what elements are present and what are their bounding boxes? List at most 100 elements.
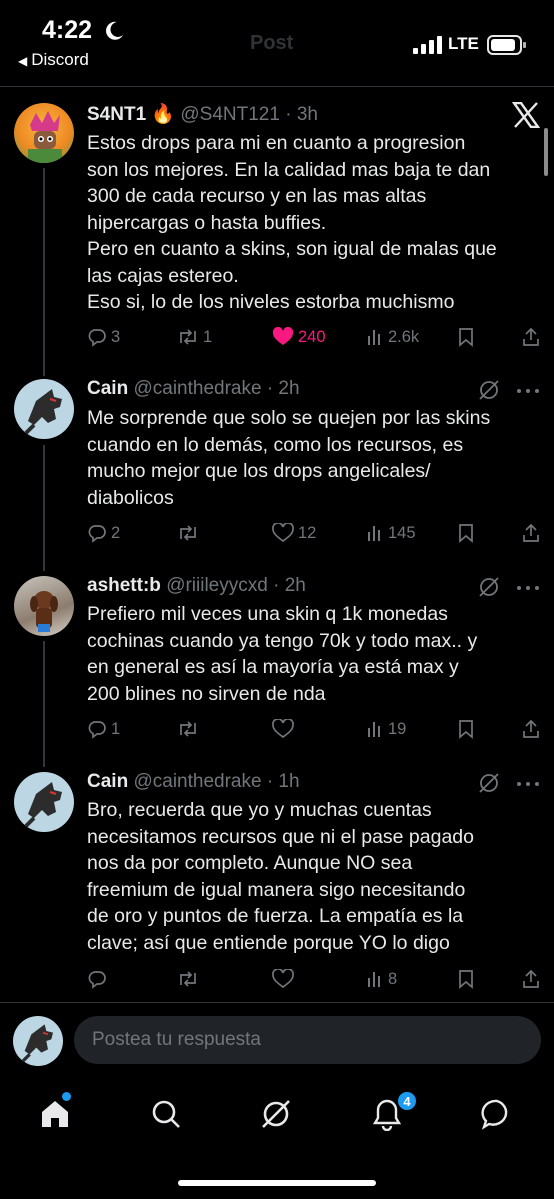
avatar[interactable] [14,576,74,636]
home-indicator[interactable] [178,1180,376,1186]
author-handle[interactable]: @S4NT121 · 3h [180,104,318,125]
heart-filled-icon [272,327,294,345]
tweet-actions: 2 12 145 [87,520,547,546]
signal-icon [413,36,442,54]
tweet-header: ashett:b @riiileyycxd · 2h [87,575,306,597]
search-icon [152,1100,180,1128]
reply-count: 1 [111,719,121,738]
home-icon [42,1101,68,1127]
author-handle[interactable]: @cainthedrake · 1h [133,771,299,792]
avatar-dragon-icon [24,782,62,828]
avatar[interactable] [14,103,74,163]
like-button[interactable]: 240 [272,324,326,350]
avatar-dragon-icon [24,389,62,435]
views-button[interactable]: 145 [366,520,416,546]
grok-icon [262,1100,290,1128]
share-button[interactable] [522,716,540,742]
fire-emoji: 🔥 [151,104,176,125]
view-count: 2.6k [388,327,420,346]
reply-button[interactable] [87,966,111,992]
heart-icon [272,523,294,543]
tab-grok[interactable] [256,1094,296,1134]
reply-icon [88,971,106,989]
reply-button[interactable]: 3 [87,324,120,350]
author-name[interactable]: Cain [87,771,128,792]
like-count: 12 [298,523,317,542]
more-icon[interactable] [516,781,540,787]
views-icon [368,526,380,541]
repost-button[interactable] [177,716,203,742]
author-name[interactable]: ashett:b [87,575,161,596]
share-icon [523,719,539,738]
tweet-text: Prefiero mil veces una skin q 1k monedas… [87,603,478,705]
reply-icon [88,525,106,543]
scrollbar-thumb[interactable] [544,128,548,176]
grok-icon[interactable] [477,771,501,795]
more-icon[interactable] [516,585,540,591]
author-name[interactable]: S4NT1 [87,104,146,125]
avatar[interactable] [14,772,74,832]
bookmark-icon [459,524,473,543]
reply-button[interactable]: 1 [87,716,120,742]
reply-button[interactable]: 2 [87,520,120,546]
back-arrow-icon: ◀ [18,54,28,68]
clock: 4:22 [42,16,93,44]
avatar[interactable] [14,379,74,439]
view-count: 19 [388,719,407,738]
share-button[interactable] [522,520,540,546]
views-icon [368,972,380,987]
repost-icon [180,525,196,541]
header-divider [0,86,554,87]
grok-icon[interactable] [477,378,501,402]
tab-messages[interactable] [477,1094,517,1134]
tab-search[interactable] [146,1094,186,1134]
repost-button[interactable] [177,966,203,992]
header-title: Post [250,32,294,54]
tab-bar [0,1084,554,1144]
view-count: 8 [388,969,398,988]
grok-icon[interactable] [477,575,501,599]
network-label: LTE [448,34,479,53]
tweet-header: Cain @cainthedrake · 1h [87,771,300,793]
bookmark-button[interactable] [458,324,474,350]
views-icon [368,722,380,737]
tweet-text: Me sorprende que solo se quejen por las … [87,407,491,509]
share-button[interactable] [522,324,540,350]
repost-icon [180,971,196,987]
author-handle[interactable]: @cainthedrake · 2h [133,378,299,399]
x-logo-icon[interactable] [512,102,540,128]
bookmark-button[interactable] [458,966,474,992]
my-avatar[interactable] [13,1016,63,1066]
repost-button[interactable] [177,520,203,546]
views-button[interactable]: 19 [366,716,406,742]
moon-icon [106,21,123,40]
tweet-actions: 8 [87,966,547,992]
reply-input[interactable] [74,1016,541,1064]
bookmark-button[interactable] [458,520,474,546]
tweet-header: Cain @cainthedrake · 2h [87,378,300,400]
views-button[interactable]: 2.6k [366,324,419,350]
like-button[interactable] [272,966,298,992]
author-handle[interactable]: @riiileyycxd · 2h [166,575,306,596]
avatar-dog-icon [30,591,58,632]
avatar-character-icon [28,111,62,163]
avatar-dragon-icon [21,1024,53,1063]
like-button[interactable]: 12 [272,520,316,546]
views-button[interactable]: 8 [366,966,397,992]
tweet-header: S4NT1 🔥 @S4NT121 · 3h [87,102,318,126]
repost-icon [180,329,196,345]
share-button[interactable] [522,966,540,992]
reply-divider [0,1002,554,1003]
more-icon[interactable] [516,388,540,394]
view-count: 145 [388,523,416,542]
views-icon [368,330,380,345]
bookmark-button[interactable] [458,716,474,742]
share-icon [523,523,539,542]
author-name[interactable]: Cain [87,378,128,399]
repost-button[interactable]: 1 [177,324,212,350]
thread-line [43,168,45,376]
back-to-app-link[interactable]: ◀ Discord [18,50,89,70]
thread-line [43,445,45,571]
like-button[interactable] [272,716,298,742]
heart-icon [272,969,294,989]
